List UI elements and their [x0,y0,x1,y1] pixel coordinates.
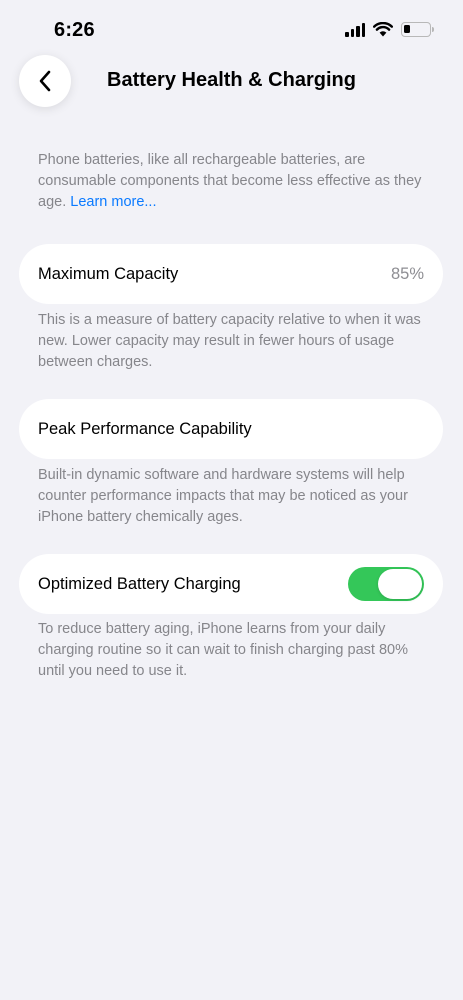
status-time: 6:26 [54,19,95,41]
navigation-bar: Battery Health & Charging [0,55,463,110]
status-icons [345,22,434,37]
optimized-charging-footer: To reduce battery aging, iPhone learns f… [38,621,408,679]
maximum-capacity-label: Maximum Capacity [38,264,179,283]
optimized-charging-row: Optimized Battery Charging [19,554,443,614]
status-bar: 6:26 [0,0,463,60]
optimized-charging-toggle[interactable] [348,567,424,601]
battery-level-fill [404,25,410,33]
intro-text: Phone batteries, like all rechargeable b… [38,150,430,213]
battery-icon [401,22,434,37]
peak-performance-footer: Built-in dynamic software and hardware s… [38,467,408,525]
maximum-capacity-row: Maximum Capacity 85% [19,244,443,304]
wifi-icon [373,22,393,37]
learn-more-link[interactable]: Learn more... [70,194,156,210]
peak-performance-label: Peak Performance Capability [38,419,252,438]
cellular-signal-icon [345,22,365,37]
maximum-capacity-footer: This is a measure of battery capacity re… [38,312,421,370]
toggle-knob [378,569,422,599]
page-title: Battery Health & Charging [107,69,356,91]
optimized-charging-label: Optimized Battery Charging [38,574,241,593]
maximum-capacity-value: 85% [390,264,424,283]
peak-performance-row: Peak Performance Capability [19,399,443,459]
